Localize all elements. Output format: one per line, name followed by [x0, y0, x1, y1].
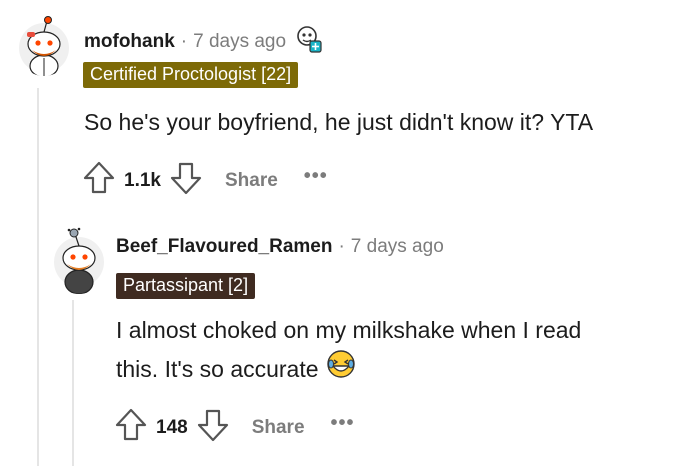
- comment-actions: 1.1k Share •••: [82, 160, 328, 201]
- share-button[interactable]: Share: [225, 170, 278, 192]
- laughing-emoji-icon: [326, 349, 356, 390]
- upvote-icon[interactable]: [114, 407, 148, 448]
- more-options-button[interactable]: •••: [331, 412, 355, 435]
- comment-meta: Beef_Flavoured_Ramen · 7 days ago: [116, 236, 444, 258]
- comment-body-line: I almost choked on my milkshake when I r…: [116, 317, 582, 343]
- comment-meta: mofohank · 7 days ago: [84, 24, 324, 59]
- comment-body-text: this. It's so accurate: [116, 356, 319, 382]
- separator: ·: [338, 236, 345, 257]
- avatar[interactable]: [53, 224, 105, 294]
- upvote-icon[interactable]: [82, 160, 116, 201]
- snoo-avatar-icon: [19, 16, 69, 76]
- thread-line-parent[interactable]: [37, 88, 39, 466]
- share-button[interactable]: Share: [252, 417, 305, 439]
- vote-count: 1.1k: [124, 169, 161, 191]
- user-flair: Partassipant [2]: [116, 273, 256, 299]
- more-options-button[interactable]: •••: [304, 165, 328, 188]
- comment-body-line-2: this. It's so accurate: [116, 349, 676, 390]
- snoo-avatar-icon: [54, 227, 104, 294]
- user-flair: Certified Proctologist [22]: [83, 62, 299, 88]
- comment-body: So he's your boyfriend, he just didn't k…: [84, 109, 594, 135]
- username[interactable]: mofohank: [84, 31, 175, 53]
- downvote-icon[interactable]: [169, 160, 203, 201]
- timestamp[interactable]: 7 days ago: [351, 236, 444, 258]
- timestamp[interactable]: 7 days ago: [193, 31, 286, 53]
- comment-actions: 148 Share •••: [114, 407, 355, 448]
- avatar[interactable]: [18, 14, 70, 76]
- comment-body: I almost choked on my milkshake when I r…: [116, 312, 676, 390]
- separator: ·: [180, 30, 188, 52]
- username[interactable]: Beef_Flavoured_Ramen: [116, 236, 332, 258]
- award-badge-icon: [294, 24, 324, 59]
- downvote-icon[interactable]: [196, 407, 230, 448]
- thread-line-reply[interactable]: [72, 300, 74, 466]
- vote-count: 148: [156, 416, 188, 438]
